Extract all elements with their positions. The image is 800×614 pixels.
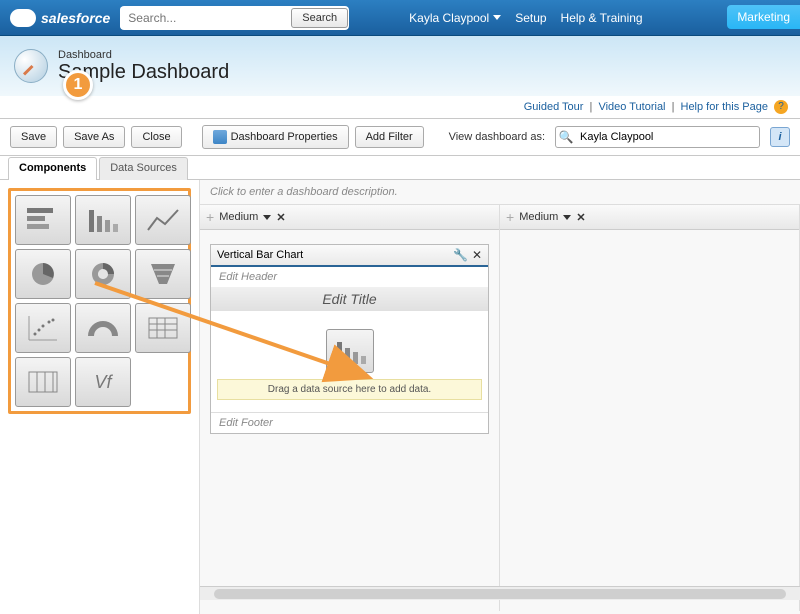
table-component[interactable]	[15, 357, 71, 407]
components-sidebar: Vf 1	[0, 180, 200, 614]
dashboard-description-input[interactable]: Click to enter a dashboard description.	[200, 180, 800, 205]
add-column-left-icon[interactable]: +	[206, 209, 214, 225]
visualforce-component[interactable]: Vf	[75, 357, 131, 407]
column-header: + Medium ✕	[500, 205, 799, 230]
view-as-select[interactable]: 🔍	[555, 126, 760, 148]
brand-text: salesforce	[41, 10, 110, 26]
nav-links: Kayla Claypool Setup Help & Training	[409, 11, 642, 25]
save-as-button[interactable]: Save As	[63, 126, 125, 148]
chevron-down-icon	[493, 15, 501, 20]
help-bar: Guided Tour | Video Tutorial | Help for …	[0, 96, 800, 118]
widget-header: Vertical Bar Chart 🔧 ✕	[211, 245, 488, 267]
dashboard-canvas: Click to enter a dashboard description. …	[200, 180, 800, 614]
page-banner: Dashboard Sample Dashboard	[0, 36, 800, 96]
scatter-chart-component[interactable]	[15, 303, 71, 353]
separator: |	[590, 101, 593, 113]
sidebar-tabs: Components Data Sources	[0, 156, 800, 180]
dashboard-properties-label: Dashboard Properties	[231, 131, 338, 143]
components-palette: Vf	[8, 188, 191, 414]
horizontal-scrollbar[interactable]	[200, 586, 800, 600]
separator: |	[672, 101, 675, 113]
column-size-label: Medium	[219, 211, 258, 223]
column-size-dropdown-icon[interactable]	[263, 215, 271, 220]
data-source-drop-zone[interactable]: Drag a data source here to add data.	[217, 379, 482, 400]
add-filter-button[interactable]: Add Filter	[355, 126, 424, 148]
dashboard-properties-button[interactable]: Dashboard Properties	[202, 125, 349, 149]
tab-components[interactable]: Components	[8, 157, 97, 180]
bar-chart-placeholder-icon	[326, 329, 374, 373]
funnel-chart-component[interactable]	[135, 249, 191, 299]
top-nav: salesforce Search Kayla Claypool Setup H…	[0, 0, 800, 36]
view-as-input[interactable]	[576, 131, 759, 143]
dashboard-columns: + Medium ✕ Vertical Bar Chart 🔧 ✕ Edit H…	[200, 205, 800, 611]
search-input[interactable]	[120, 7, 290, 29]
remove-column-icon[interactable]: ✕	[576, 211, 585, 224]
gauge-component[interactable]	[75, 303, 131, 353]
cloud-icon	[10, 9, 36, 27]
vertical-bar-chart-component[interactable]	[75, 195, 131, 245]
column-size-dropdown-icon[interactable]	[563, 215, 571, 220]
tab-data-sources[interactable]: Data Sources	[99, 157, 188, 180]
help-icon[interactable]: ?	[774, 100, 788, 114]
work-area: Vf 1 Click to enter a dashboard descript…	[0, 180, 800, 614]
widget-type-label: Vertical Bar Chart	[217, 249, 449, 261]
horizontal-bar-chart-component[interactable]	[15, 195, 71, 245]
search-button[interactable]: Search	[291, 8, 348, 28]
widget-edit-footer[interactable]: Edit Footer	[211, 412, 488, 433]
toolbar: Save Save As Close Dashboard Properties …	[0, 118, 800, 156]
dashboard-properties-icon	[213, 130, 227, 144]
user-name: Kayla Claypool	[409, 11, 489, 25]
video-tutorial-link[interactable]: Video Tutorial	[598, 101, 665, 113]
remove-column-icon[interactable]: ✕	[276, 211, 285, 224]
widget-body: Drag a data source here to add data.	[211, 311, 488, 412]
dashboard-widget[interactable]: Vertical Bar Chart 🔧 ✕ Edit Header Edit …	[210, 244, 489, 434]
view-as-label: View dashboard as:	[449, 131, 545, 143]
column-header: + Medium ✕	[200, 205, 499, 230]
close-button[interactable]: Close	[131, 126, 181, 148]
scrollbar-thumb[interactable]	[214, 589, 786, 599]
search-icon: 🔍	[556, 130, 576, 144]
setup-link[interactable]: Setup	[515, 11, 546, 25]
add-column-left-icon[interactable]: +	[506, 209, 514, 225]
line-chart-component[interactable]	[135, 195, 191, 245]
help-training-link[interactable]: Help & Training	[561, 11, 643, 25]
pie-chart-component[interactable]	[15, 249, 71, 299]
breadcrumb: Dashboard	[58, 49, 229, 61]
salesforce-logo[interactable]: salesforce	[10, 9, 110, 27]
close-icon[interactable]: ✕	[472, 248, 482, 262]
donut-chart-component[interactable]	[75, 249, 131, 299]
metric-component[interactable]	[135, 303, 191, 353]
widget-edit-title[interactable]: Edit Title	[211, 287, 488, 311]
callout-badge: 1	[63, 70, 93, 100]
global-search: Search	[120, 6, 349, 30]
svg-text:Vf: Vf	[94, 372, 113, 392]
guided-tour-link[interactable]: Guided Tour	[524, 101, 584, 113]
app-switcher[interactable]: Marketing	[727, 5, 800, 29]
widget-edit-header[interactable]: Edit Header	[211, 267, 488, 287]
dashboard-icon	[14, 49, 48, 83]
column-size-label: Medium	[519, 211, 558, 223]
user-menu[interactable]: Kayla Claypool	[409, 11, 501, 25]
save-button[interactable]: Save	[10, 126, 57, 148]
help-page-link[interactable]: Help for this Page	[681, 101, 768, 113]
dashboard-column-1: + Medium ✕ Vertical Bar Chart 🔧 ✕ Edit H…	[200, 205, 500, 611]
info-button[interactable]: i	[770, 127, 790, 147]
wrench-icon[interactable]: 🔧	[453, 248, 468, 262]
dashboard-column-2: + Medium ✕	[500, 205, 800, 611]
